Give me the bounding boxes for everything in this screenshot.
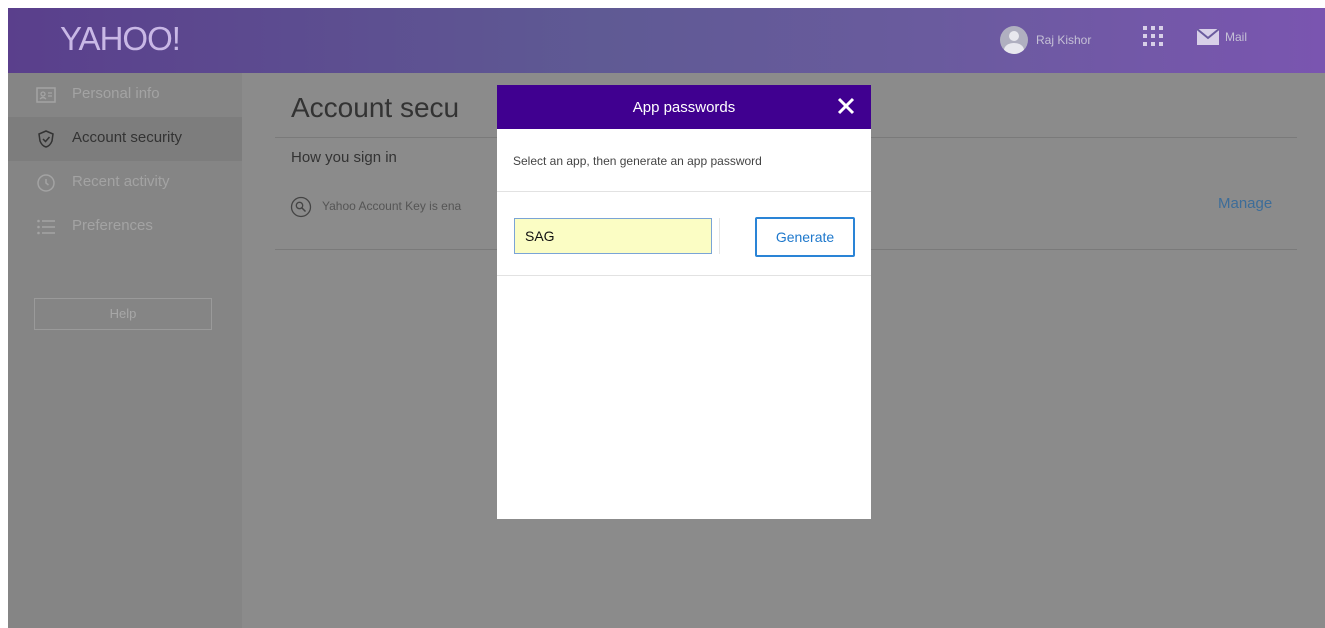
- sidebar-item-label: Personal info: [72, 85, 160, 102]
- app-passwords-modal: App passwords Select an app, then genera…: [497, 85, 871, 519]
- apps-grid-icon[interactable]: [1143, 26, 1165, 48]
- shield-icon: [38, 130, 54, 148]
- sidebar-item-account-security[interactable]: Account security: [8, 117, 242, 161]
- account-key-status: Yahoo Account Key is ena: [322, 199, 462, 213]
- mail-label: Mail: [1225, 30, 1248, 44]
- clock-icon: [37, 174, 55, 192]
- section-title: How you sign in: [291, 149, 397, 166]
- top-header: YAHOO! Raj Kishor Mail: [8, 8, 1325, 73]
- page-title: Account secu: [291, 92, 460, 123]
- sidebar: Personal info Account security Recent ac…: [8, 73, 242, 628]
- key-search-icon: [290, 196, 312, 218]
- sidebar-item-label: Preferences: [72, 217, 153, 234]
- page-frame: YAHOO! Raj Kishor Mail Personal info Acc…: [8, 8, 1325, 628]
- modal-description: Select an app, then generate an app pass…: [513, 154, 762, 168]
- divider: [719, 218, 720, 254]
- sidebar-item-personal-info[interactable]: Personal info: [8, 73, 242, 117]
- modal-header: App passwords: [497, 85, 871, 129]
- mail-icon: [1197, 29, 1219, 45]
- sidebar-item-label: Account security: [72, 129, 183, 146]
- divider: [497, 275, 871, 276]
- modal-title: App passwords: [632, 99, 736, 116]
- generate-button[interactable]: Generate: [755, 217, 855, 257]
- user-name: Raj Kishor: [1036, 33, 1092, 47]
- divider: [497, 191, 871, 192]
- list-icon: [37, 219, 55, 235]
- sidebar-item-recent-activity[interactable]: Recent activity: [8, 161, 242, 205]
- sidebar-item-preferences[interactable]: Preferences: [8, 205, 242, 249]
- yahoo-logo[interactable]: YAHOO!: [60, 20, 181, 58]
- sidebar-item-label: Recent activity: [72, 173, 170, 190]
- app-name-input[interactable]: [514, 218, 712, 254]
- user-profile[interactable]: Raj Kishor: [1000, 26, 1091, 54]
- help-button[interactable]: Help: [34, 298, 212, 330]
- id-card-icon: [36, 87, 56, 103]
- close-icon[interactable]: [836, 96, 856, 116]
- manage-link[interactable]: Manage: [1218, 195, 1272, 212]
- mail-link[interactable]: Mail: [1197, 29, 1247, 45]
- avatar-icon: [1000, 26, 1028, 54]
